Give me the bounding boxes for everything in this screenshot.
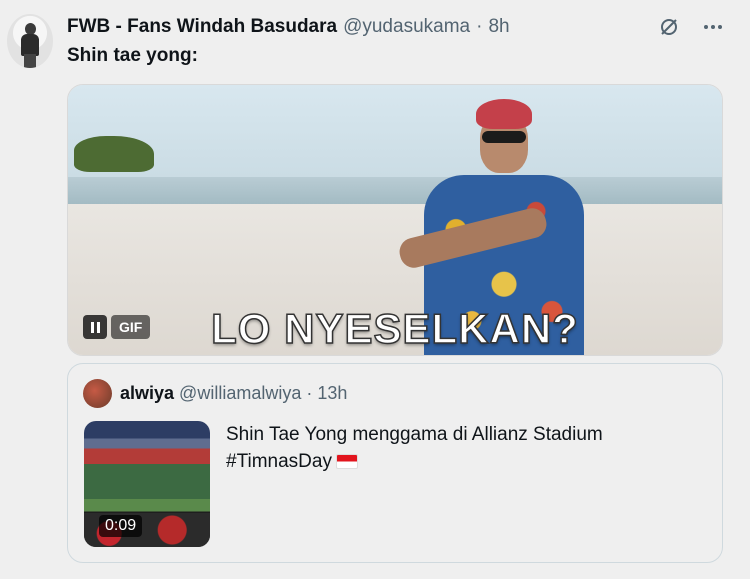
tweet-text: Shin tae yong: (67, 45, 198, 66)
pause-icon[interactable] (83, 315, 107, 339)
indonesia-flag-icon (335, 454, 358, 469)
separator-dot: · (476, 16, 483, 37)
quoted-text-line1: Shin Tae Yong menggama di Allianz Stadiu… (226, 424, 603, 445)
avatar-body (21, 34, 39, 56)
timestamp[interactable]: 8h (488, 16, 509, 38)
gif-controls: GIF (83, 315, 151, 339)
quoted-timestamp[interactable]: 13h (317, 383, 347, 404)
tweet-header: FWB - Fans Windah Basudara @yudasukama ·… (67, 15, 510, 39)
person-hair (476, 99, 532, 129)
gif-badge: GIF (111, 315, 151, 339)
scene-tree (74, 136, 154, 173)
avatar[interactable] (7, 14, 53, 68)
tweet-actions (658, 16, 724, 38)
person-sunglasses (482, 131, 526, 143)
quoted-display-name[interactable]: alwiya (120, 383, 174, 404)
quoted-handle[interactable]: @williamalwiya (179, 383, 301, 404)
quoted-text: Shin Tae Yong menggama di Allianz Stadiu… (226, 421, 603, 475)
user-handle[interactable]: @yudasukama (343, 16, 470, 38)
quoted-separator-dot: · (306, 383, 313, 403)
video-duration: 0:09 (99, 515, 143, 537)
quoted-avatar[interactable] (83, 379, 112, 408)
video-thumbnail[interactable]: 0:09 (84, 421, 210, 547)
gif-caption: LO NYESELKAN? (210, 304, 579, 353)
scene-sky (68, 85, 722, 188)
avatar-legs (24, 54, 36, 68)
grok-icon[interactable] (658, 16, 680, 38)
quoted-tweet[interactable]: alwiya @williamalwiya · 13h 0:09 Shin Ta… (67, 363, 723, 563)
more-icon[interactable] (702, 16, 724, 38)
quoted-header: alwiya @williamalwiya · 13h (120, 383, 347, 404)
gif-media[interactable]: LO NYESELKAN? GIF (67, 84, 723, 356)
quoted-text-line2: #TimnasDay (226, 448, 603, 475)
hashtag-link[interactable]: #TimnasDay (226, 451, 332, 472)
display-name[interactable]: FWB - Fans Windah Basudara (67, 16, 337, 38)
